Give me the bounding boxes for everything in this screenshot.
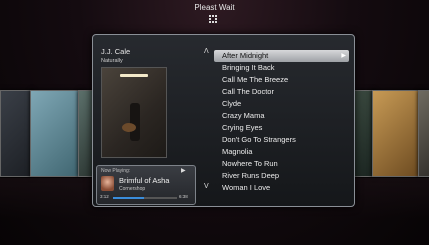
album-detail-panel: J.J. Cale Naturally Now Playing: ▶ Brimf… bbox=[92, 34, 355, 207]
now-playing-song: Brimful of Asha bbox=[119, 176, 170, 185]
scroll-down-icon[interactable]: V bbox=[204, 183, 209, 190]
scroll-up-icon[interactable]: Λ bbox=[204, 48, 209, 55]
track-item[interactable]: Crying Eyes bbox=[214, 122, 353, 134]
elapsed-time: 3:12 bbox=[100, 194, 109, 199]
track-item[interactable]: River Runs Deep bbox=[214, 170, 353, 182]
now-playing-label: Now Playing: bbox=[101, 168, 131, 174]
track-item[interactable]: After Midnight bbox=[214, 50, 349, 62]
carousel-item[interactable] bbox=[0, 90, 34, 177]
track-item[interactable]: Nowhere To Run bbox=[214, 158, 353, 170]
track-item[interactable]: Woman I Love bbox=[214, 182, 353, 194]
track-item[interactable]: Call The Doctor bbox=[214, 86, 353, 98]
progress-bar[interactable] bbox=[113, 197, 177, 199]
carousel-item[interactable] bbox=[30, 90, 82, 177]
track-item[interactable]: Don't Go To Strangers bbox=[214, 134, 353, 146]
track-list: After MidnightBringing It BackCall Me Th… bbox=[214, 50, 353, 194]
total-time: 6:38 bbox=[179, 194, 188, 199]
track-item[interactable]: Call Me The Breeze bbox=[214, 74, 353, 86]
now-playing-artist: Cornershop bbox=[119, 186, 146, 192]
album-title: Naturally bbox=[101, 58, 123, 64]
now-playing-thumbnail bbox=[101, 176, 114, 191]
track-item[interactable]: Magnolia bbox=[214, 146, 353, 158]
track-item[interactable]: Crazy Mama bbox=[214, 110, 353, 122]
status-title: Pleast Wait bbox=[194, 3, 235, 12]
album-artist: J.J. Cale bbox=[101, 47, 131, 56]
album-cover bbox=[101, 67, 167, 158]
loading-icon bbox=[209, 15, 217, 23]
track-item[interactable]: Clyde bbox=[214, 98, 353, 110]
play-icon[interactable]: ▶ bbox=[181, 167, 186, 174]
now-playing-widget[interactable]: Now Playing: ▶ Brimful of Asha Cornersho… bbox=[96, 165, 196, 205]
carousel-item[interactable] bbox=[418, 90, 429, 177]
track-item[interactable]: Bringing It Back bbox=[214, 62, 353, 74]
carousel-item[interactable] bbox=[372, 90, 422, 177]
progress-fill bbox=[113, 197, 144, 199]
